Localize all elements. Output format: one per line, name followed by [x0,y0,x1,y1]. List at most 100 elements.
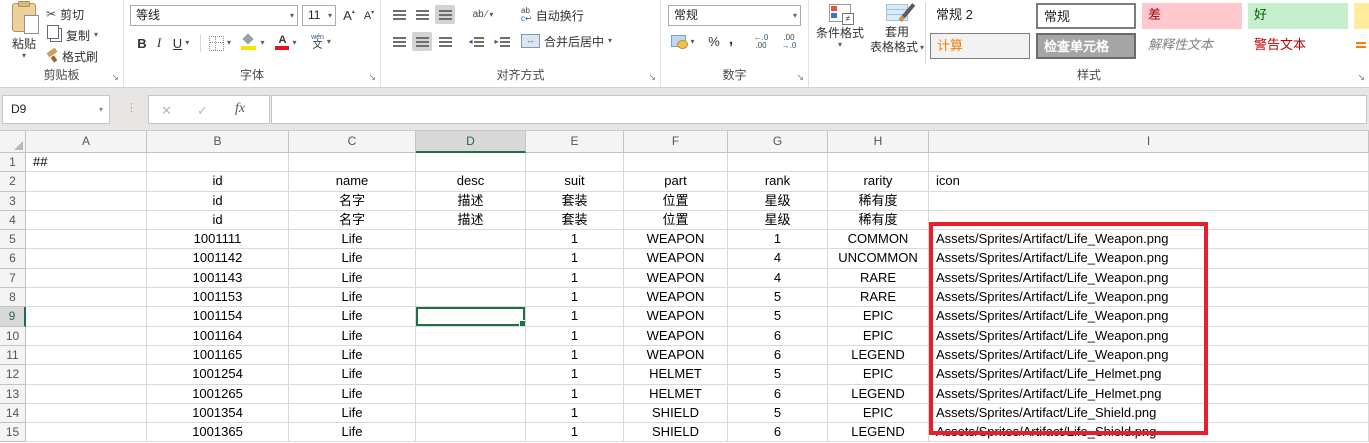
cell-A10[interactable] [26,327,147,346]
cell-B15[interactable]: 1001365 [147,423,289,442]
cell-style-swatch-4[interactable]: 好 [1248,3,1348,29]
cell-A6[interactable] [26,249,147,268]
accounting-dropdown-icon[interactable]: ▾ [690,38,694,46]
cell-D1[interactable] [416,153,526,172]
paste-button[interactable]: 粘贴 ▾ [4,3,44,60]
cell-I14[interactable]: Assets/Sprites/Artifact/Life_Shield.png [929,404,1369,423]
cell-D15[interactable] [416,423,526,442]
formula-bar-splitter-icon[interactable]: ⋮ [126,101,137,114]
cell-H4[interactable]: 稀有度 [828,211,929,230]
cell-B11[interactable]: 1001165 [147,346,289,365]
cell-F9[interactable]: WEAPON [624,307,728,326]
accounting-format-button[interactable]: ▾ [668,32,698,52]
cell-B14[interactable]: 1001354 [147,404,289,423]
cell-D13[interactable] [416,385,526,404]
format-as-table-dropdown-icon[interactable]: ▾ [920,44,924,52]
fill-color-button[interactable]: ▾ [238,32,268,53]
cell-D3[interactable]: 描述 [416,192,526,211]
cell-C13[interactable]: Life [289,385,416,404]
row-header-3[interactable]: 3 [0,192,26,211]
cell-E6[interactable]: 1 [526,249,624,268]
decrease-font-size-button[interactable]: A▾ [360,6,378,25]
style-swatch-partial[interactable] [1354,3,1369,29]
clipboard-dialog-launcher-icon[interactable]: ↘ [111,73,119,82]
column-header-H[interactable]: H [828,131,929,153]
cell-G8[interactable]: 5 [728,288,828,307]
italic-button[interactable]: I [152,33,166,53]
cell-E7[interactable]: 1 [526,269,624,288]
decrease-indent-button[interactable]: ◂ [465,32,487,51]
merge-center-button[interactable]: ↔ 合并后居中 ▾ [521,31,612,51]
cell-C15[interactable]: Life [289,423,416,442]
cell-H8[interactable]: RARE [828,288,929,307]
merge-center-dropdown-icon[interactable]: ▾ [608,37,612,45]
cell-H10[interactable]: EPIC [828,327,929,346]
cell-style-swatch-3[interactable]: 差 [1142,3,1242,29]
cell-C12[interactable]: Life [289,365,416,384]
column-header-D[interactable]: D [416,131,526,153]
align-left-button[interactable] [389,32,409,51]
cell-E14[interactable]: 1 [526,404,624,423]
cell-B9[interactable]: 1001154 [147,307,289,326]
cell-B8[interactable]: 1001153 [147,288,289,307]
bold-button[interactable]: B [134,33,150,53]
column-header-F[interactable]: F [624,131,728,153]
column-header-A[interactable]: A [26,131,147,153]
percent-style-button[interactable]: % [705,31,723,51]
column-header-G[interactable]: G [728,131,828,153]
phonetic-guide-button[interactable]: wén 文 ▾ [306,31,336,53]
formula-input[interactable] [271,95,1367,124]
cell-F13[interactable]: HELMET [624,385,728,404]
conditional-formatting-button[interactable]: 条件格式 ▾ [813,4,867,49]
cell-C5[interactable]: Life [289,230,416,249]
cell-D8[interactable] [416,288,526,307]
cell-B13[interactable]: 1001265 [147,385,289,404]
cell-D9[interactable] [416,307,526,326]
cell-G5[interactable]: 1 [728,230,828,249]
cell-B2[interactable]: id [147,172,289,191]
cell-I9[interactable]: Assets/Sprites/Artifact/Life_Weapon.png [929,307,1369,326]
column-header-E[interactable]: E [526,131,624,153]
cell-C14[interactable]: Life [289,404,416,423]
cell-H5[interactable]: COMMON [828,230,929,249]
style-swatch-partial[interactable] [1354,33,1369,59]
row-header-15[interactable]: 15 [0,423,26,442]
increase-indent-button[interactable]: ▸ [491,32,513,51]
cell-I6[interactable]: Assets/Sprites/Artifact/Life_Weapon.png [929,249,1369,268]
cell-G10[interactable]: 6 [728,327,828,346]
cell-E10[interactable]: 1 [526,327,624,346]
cell-I1[interactable] [929,153,1369,172]
cell-A7[interactable] [26,269,147,288]
cell-F2[interactable]: part [624,172,728,191]
cell-B12[interactable]: 1001254 [147,365,289,384]
row-header-10[interactable]: 10 [0,327,26,346]
row-header-9[interactable]: 9 [0,307,26,326]
cell-E2[interactable]: suit [526,172,624,191]
cell-E11[interactable]: 1 [526,346,624,365]
font-color-dropdown-icon[interactable]: ▾ [292,39,296,47]
cell-D2[interactable]: desc [416,172,526,191]
cell-H11[interactable]: LEGEND [828,346,929,365]
cell-E9[interactable]: 1 [526,307,624,326]
cell-F6[interactable]: WEAPON [624,249,728,268]
cell-H3[interactable]: 稀有度 [828,192,929,211]
number-format-combo[interactable]: 常规 ▾ [668,5,801,26]
cell-C2[interactable]: name [289,172,416,191]
cell-H15[interactable]: LEGEND [828,423,929,442]
cell-B3[interactable]: id [147,192,289,211]
cell-D11[interactable] [416,346,526,365]
cell-A2[interactable] [26,172,147,191]
paste-dropdown-icon[interactable]: ▾ [22,52,26,60]
cell-A8[interactable] [26,288,147,307]
column-header-C[interactable]: C [289,131,416,153]
underline-dropdown-icon[interactable]: ▾ [185,39,189,47]
font-size-combo[interactable]: 11 ▾ [302,5,336,26]
font-name-dropdown-icon[interactable]: ▾ [290,12,294,20]
font-size-dropdown-icon[interactable]: ▾ [328,12,332,20]
cell-F12[interactable]: HELMET [624,365,728,384]
cell-F14[interactable]: SHIELD [624,404,728,423]
row-header-8[interactable]: 8 [0,288,26,307]
cell-F11[interactable]: WEAPON [624,346,728,365]
cell-B5[interactable]: 1001111 [147,230,289,249]
cell-style-swatch-6[interactable]: 检查单元格 [1036,33,1136,59]
